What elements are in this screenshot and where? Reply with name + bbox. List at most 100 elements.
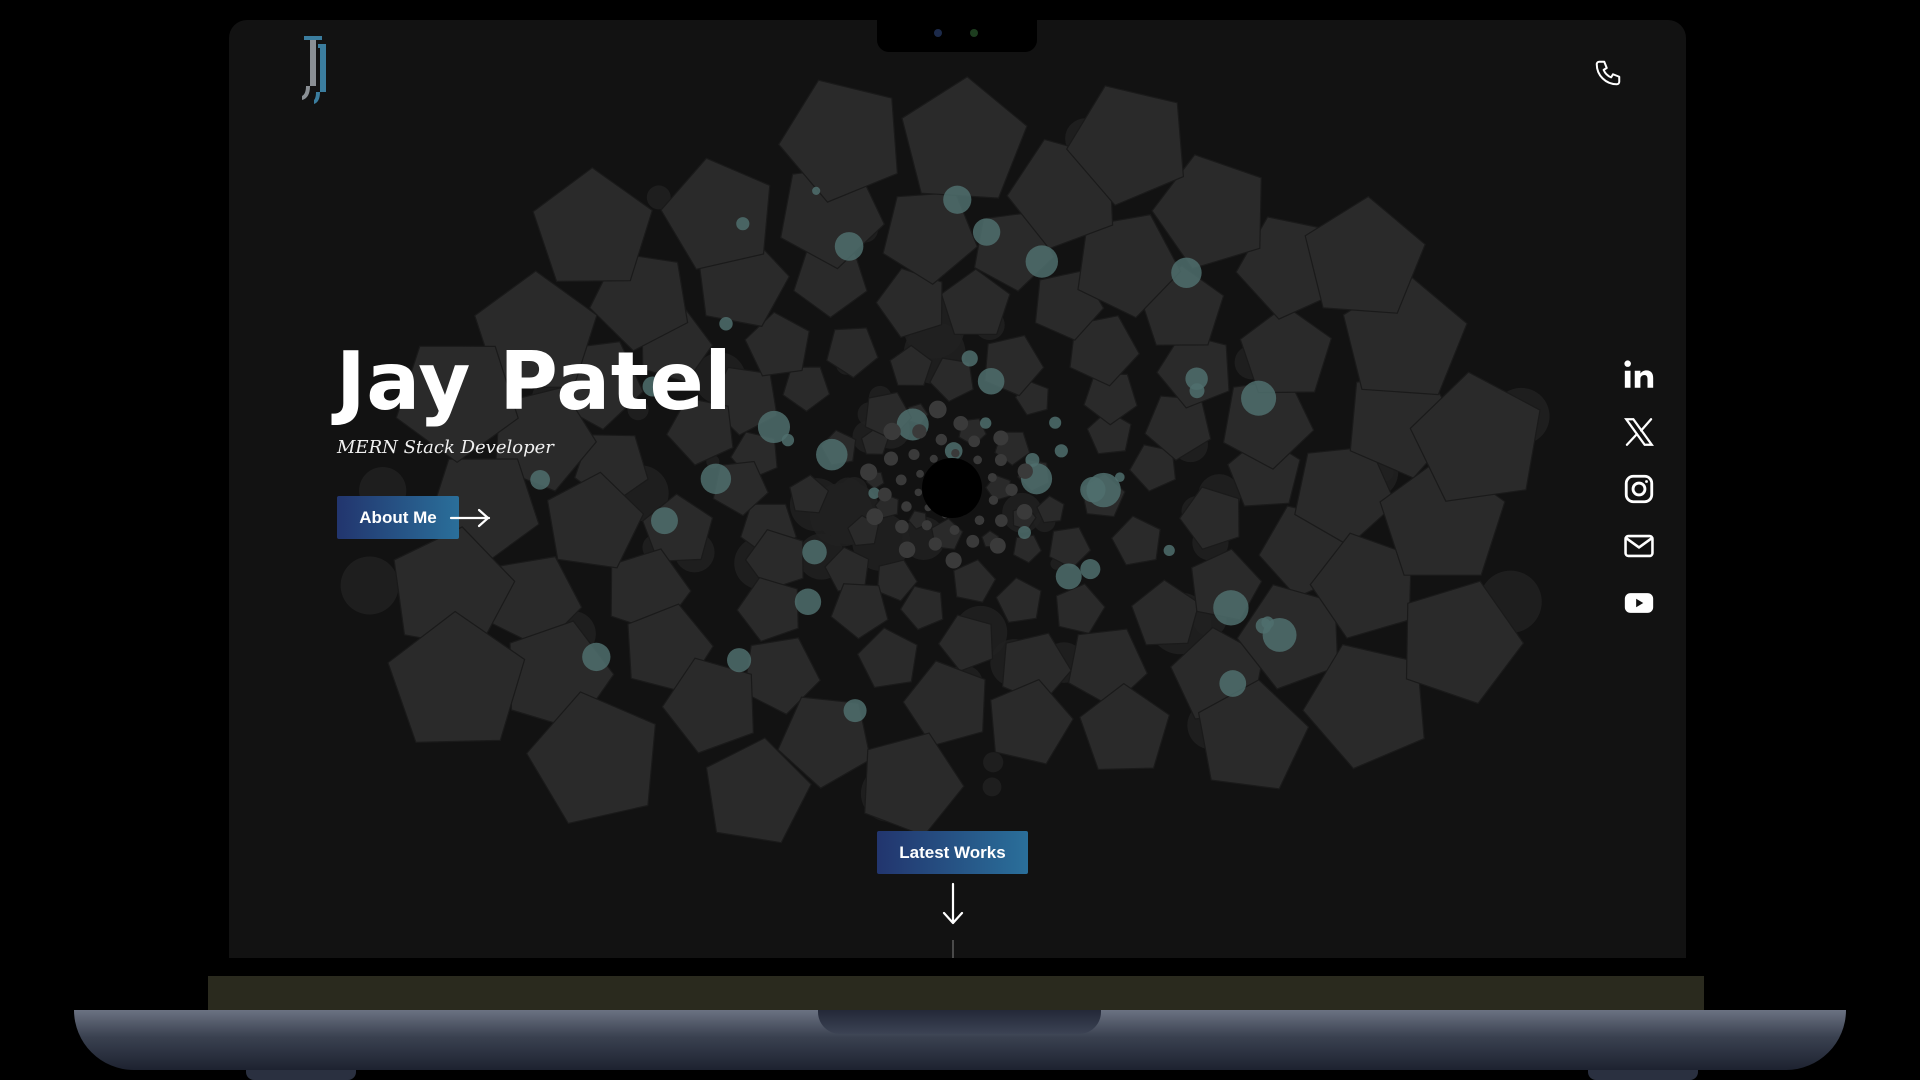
decor-bead — [994, 453, 1007, 466]
decor-bead — [993, 430, 1009, 446]
decor-accent-circle — [977, 367, 1005, 395]
decor-pentagon — [1012, 534, 1043, 564]
decor-bead — [949, 525, 960, 536]
decor-accent-circle — [651, 507, 678, 535]
decor-bead — [928, 537, 942, 551]
decor-pentagon — [830, 583, 889, 640]
laptop-foot-right — [1588, 1070, 1698, 1080]
decor-bead — [953, 415, 969, 431]
phone-icon[interactable] — [1593, 58, 1623, 88]
decor-accent-circle — [727, 648, 752, 673]
decor-accent-circle — [736, 217, 750, 231]
about-cta: About Me — [337, 496, 493, 539]
decor-accent-circle — [1086, 472, 1121, 508]
decor-accent-circle — [1241, 380, 1277, 416]
arrow-right-icon[interactable] — [449, 506, 493, 530]
decor-circle — [982, 777, 1002, 797]
decor-pentagon — [1178, 486, 1240, 550]
social-links — [1619, 358, 1659, 643]
decor-accent-circle — [1017, 526, 1031, 540]
about-me-button[interactable]: About Me — [337, 496, 459, 539]
decor-bead — [1017, 463, 1033, 479]
arrow-down-icon[interactable] — [940, 882, 966, 926]
linkedin-icon[interactable] — [1622, 358, 1656, 392]
decor-bead — [860, 463, 878, 481]
laptop-screen: Jay Patel MERN Stack Developer About Me — [229, 20, 1686, 958]
decor-bead — [1016, 504, 1033, 520]
decor-pentagon — [937, 614, 994, 672]
decor-accent-circle — [794, 588, 822, 615]
hero-name: Jay Patel — [336, 335, 733, 428]
decor-accent-circle — [972, 218, 1001, 246]
decor-accent-circle — [961, 350, 978, 367]
mail-icon[interactable] — [1622, 529, 1656, 563]
decor-pentagon — [826, 327, 879, 379]
decor-accent-circle — [1055, 563, 1082, 590]
decor-bead — [1005, 483, 1018, 496]
decor-bead — [951, 449, 960, 458]
decor-bead — [989, 537, 1006, 554]
decor-accent-circle — [980, 417, 992, 429]
decor-circle — [340, 556, 399, 615]
decor-bead — [929, 454, 938, 463]
decor-accent-circle — [1262, 618, 1297, 652]
decor-accent-circle — [1080, 559, 1101, 580]
decor-bead — [928, 400, 947, 419]
decor-pentagon — [901, 76, 1028, 199]
decor-accent-circle — [781, 433, 795, 447]
decor-accent-circle — [816, 438, 848, 471]
decor-accent-circle — [843, 699, 867, 723]
decor-bead — [916, 469, 924, 478]
decor-accent-circle — [802, 539, 827, 565]
decor-bead — [988, 495, 999, 505]
camera-notch — [877, 20, 1037, 52]
decor-pentagon — [1055, 583, 1106, 635]
decor-pentagon — [995, 577, 1042, 624]
decor-bead — [883, 422, 901, 441]
decor-accent-circle — [1213, 590, 1249, 626]
decor-accent-circle — [1185, 367, 1208, 390]
decor-accent-circle — [943, 185, 972, 214]
youtube-icon[interactable] — [1622, 586, 1656, 620]
decor-bead — [866, 508, 884, 526]
instagram-icon[interactable] — [1622, 472, 1656, 506]
decor-bead — [945, 552, 962, 569]
decor-accent-circle — [1049, 416, 1062, 429]
decor-accent-circle — [1219, 670, 1247, 697]
hero-subtitle: MERN Stack Developer — [337, 437, 554, 458]
decor-bead — [935, 433, 948, 446]
jp-monogram-logo[interactable] — [300, 34, 334, 104]
decor-bead — [914, 488, 923, 497]
decor-bead — [974, 515, 985, 526]
decor-pentagon — [1130, 579, 1200, 646]
decor-accent-circle — [834, 232, 864, 261]
laptop-base-groove — [818, 1010, 1101, 1034]
laptop-chin — [208, 976, 1704, 1010]
decor-bead — [877, 487, 892, 502]
decor-pentagon — [660, 157, 771, 270]
decor-accent-circle — [719, 317, 733, 331]
decor-bead — [921, 520, 932, 531]
decor-bead — [987, 472, 997, 482]
decor-bead — [966, 534, 980, 548]
decor-center-hole — [922, 458, 982, 518]
decor-bead — [883, 451, 899, 466]
x-twitter-icon[interactable] — [1622, 415, 1656, 449]
decor-bead — [912, 424, 927, 439]
decor-pentagon — [736, 576, 799, 643]
laptop-foot-left — [246, 1070, 356, 1080]
latest-works-button[interactable]: Latest Works — [877, 831, 1028, 874]
decor-bead — [995, 514, 1008, 527]
decor-bead — [895, 519, 909, 534]
camera-indicator-icon — [970, 29, 978, 37]
decor-bead — [901, 501, 912, 512]
decor-pentagon — [1110, 515, 1161, 566]
decor-pentagon — [782, 366, 831, 413]
background-generative-art — [340, 76, 1550, 844]
decor-accent-circle — [582, 642, 611, 672]
decor-bead — [895, 474, 907, 486]
decor-pentagon — [864, 732, 965, 837]
decor-bead — [968, 435, 981, 448]
decor-accent-circle — [700, 463, 732, 495]
decor-pentagon — [532, 166, 654, 283]
